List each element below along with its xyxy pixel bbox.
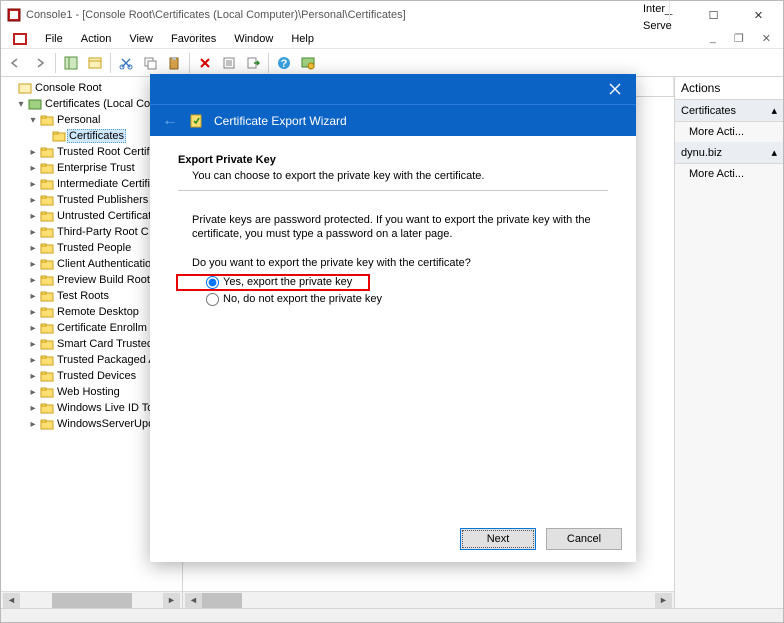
dialog-titlebar xyxy=(150,74,636,104)
dialog-divider xyxy=(178,190,608,191)
dialog-question: Do you want to export the private key wi… xyxy=(178,256,608,270)
dialog-footer: Next Cancel xyxy=(150,516,636,562)
dialog-description: You can choose to export the private key… xyxy=(178,170,608,182)
dialog-close-button[interactable] xyxy=(600,77,630,101)
folder-icon xyxy=(39,322,55,334)
chevron-up-icon: ▴ xyxy=(771,104,777,117)
radio-no-export[interactable]: No, do not export the private key xyxy=(178,293,608,306)
window-close-button[interactable]: ✕ xyxy=(736,4,781,26)
toolbar-sheet-button[interactable] xyxy=(218,52,240,74)
list-col-server: Serve xyxy=(639,18,677,34)
scroll-right-icon[interactable]: ► xyxy=(655,593,672,608)
actions-more-1[interactable]: More Acti... xyxy=(675,122,783,142)
folder-icon xyxy=(39,386,55,398)
folder-icon xyxy=(39,418,55,430)
dialog-title: Certificate Export Wizard xyxy=(214,114,347,128)
folder-icon xyxy=(39,162,55,174)
dialog-paragraph: Private keys are password protected. If … xyxy=(178,213,608,242)
scroll-left-icon[interactable]: ◄ xyxy=(3,593,20,608)
dialog-heading: Export Private Key xyxy=(178,154,608,166)
app-icon xyxy=(7,8,21,22)
scroll-thumb[interactable] xyxy=(52,593,132,608)
folder-icon xyxy=(39,194,55,206)
mdi-icon xyxy=(5,31,35,47)
toolbar-show-hide-tree-button[interactable] xyxy=(60,52,82,74)
folder-icon xyxy=(39,258,55,270)
actions-title: Actions xyxy=(675,77,783,100)
toolbar-cert-button[interactable] xyxy=(297,52,319,74)
folder-icon xyxy=(39,242,55,254)
radio-yes-input[interactable] xyxy=(206,276,219,289)
back-button[interactable] xyxy=(5,52,27,74)
mdi-minimize-button[interactable]: _ xyxy=(702,30,724,47)
actions-more-2[interactable]: More Acti... xyxy=(675,164,783,184)
toolbar-delete-button[interactable] xyxy=(194,52,216,74)
cancel-button[interactable]: Cancel xyxy=(546,528,622,550)
menu-action[interactable]: Action xyxy=(73,31,120,47)
folder-icon xyxy=(39,402,55,414)
dialog-body: Export Private Key You can choose to exp… xyxy=(150,136,636,516)
menu-view[interactable]: View xyxy=(121,31,161,47)
folder-icon xyxy=(39,370,55,382)
toolbar-export-button[interactable] xyxy=(242,52,264,74)
actions-pane: Actions Certificates ▴ More Acti... dynu… xyxy=(675,77,783,608)
chevron-up-icon: ▴ xyxy=(771,146,777,159)
toolbar-cut-button[interactable] xyxy=(115,52,137,74)
radio-no-label: No, do not export the private key xyxy=(223,293,382,305)
window-title: Console1 - [Console Root\Certificates (L… xyxy=(26,9,406,21)
scroll-left-icon[interactable]: ◄ xyxy=(185,593,202,608)
mdi-close-button[interactable]: ✕ xyxy=(754,30,779,47)
menu-file[interactable]: File xyxy=(37,31,71,47)
statusbar xyxy=(1,608,783,622)
folder-icon xyxy=(39,226,55,238)
toolbar-properties-button[interactable] xyxy=(84,52,106,74)
radio-no-input[interactable] xyxy=(206,293,219,306)
folder-icon xyxy=(51,130,67,142)
actions-section-dynubiz[interactable]: dynu.biz ▴ xyxy=(675,142,783,164)
folder-icon xyxy=(39,306,55,318)
tree-hscroll[interactable]: ◄ ► xyxy=(1,591,182,608)
menu-help[interactable]: Help xyxy=(283,31,322,47)
folder-icon xyxy=(39,114,55,126)
window-maximize-button[interactable]: ☐ xyxy=(691,4,736,26)
folder-icon xyxy=(39,290,55,302)
certificate-export-wizard-dialog: ← Certificate Export Wizard Export Priva… xyxy=(150,74,636,562)
console-root-icon xyxy=(17,82,33,94)
list-hscroll[interactable]: ◄ ► xyxy=(183,591,674,608)
actions-section-certificates[interactable]: Certificates ▴ xyxy=(675,100,783,122)
folder-icon xyxy=(39,354,55,366)
toolbar-paste-button[interactable] xyxy=(163,52,185,74)
scroll-right-icon[interactable]: ► xyxy=(163,593,180,608)
scroll-thumb[interactable] xyxy=(202,593,242,608)
radio-yes-label: Yes, export the private key xyxy=(223,276,352,288)
radio-yes-export[interactable]: Yes, export the private key xyxy=(178,276,368,289)
dialog-back-button[interactable]: ← xyxy=(162,112,178,130)
dialog-header: ← Certificate Export Wizard xyxy=(150,104,636,136)
svg-text:?: ? xyxy=(281,58,288,70)
toolbar: ? xyxy=(1,49,783,77)
folder-icon xyxy=(39,178,55,190)
folder-icon xyxy=(39,210,55,222)
cert-store-icon xyxy=(27,98,43,110)
menu-window[interactable]: Window xyxy=(226,31,281,47)
folder-icon xyxy=(39,338,55,350)
mdi-restore-button[interactable]: ❐ xyxy=(726,30,752,47)
folder-icon xyxy=(39,274,55,286)
folder-icon xyxy=(39,146,55,158)
toolbar-help-button[interactable]: ? xyxy=(273,52,295,74)
forward-button[interactable] xyxy=(29,52,51,74)
shield-icon xyxy=(188,113,204,129)
menu-favorites[interactable]: Favorites xyxy=(163,31,224,47)
toolbar-copy-button[interactable] xyxy=(139,52,161,74)
next-button[interactable]: Next xyxy=(460,528,536,550)
